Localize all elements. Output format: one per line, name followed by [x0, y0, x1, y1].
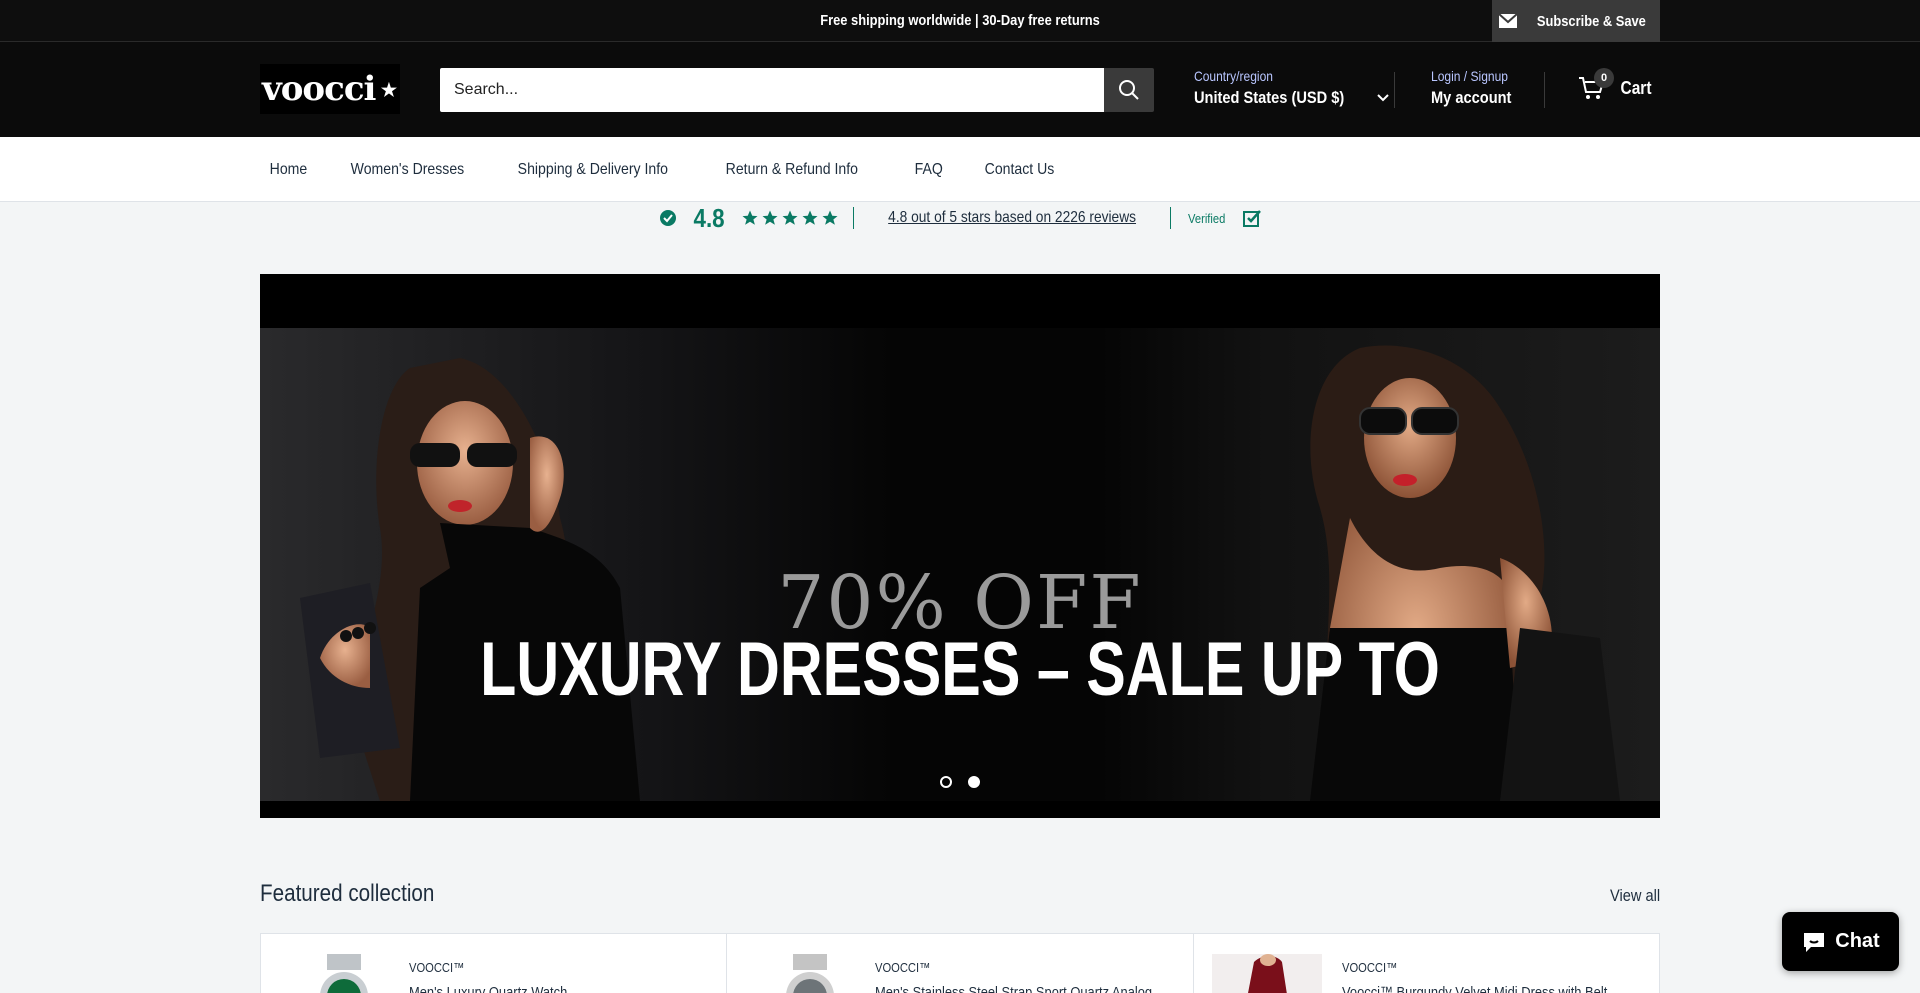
cart-label: Cart: [1620, 77, 1652, 98]
featured-collection-title: Featured collection: [260, 880, 435, 907]
product-watch-image: [320, 954, 368, 993]
nav-item-return-refund[interactable]: Return & Refund Info: [716, 161, 868, 179]
star-icon: [762, 210, 778, 225]
logo[interactable]: voocci ★: [260, 64, 400, 114]
subscribe-button[interactable]: Subscribe & Save: [1492, 0, 1660, 42]
country-label: Country/region: [1194, 68, 1273, 84]
subscribe-label: Subscribe & Save: [1536, 12, 1646, 30]
slider-dot-1[interactable]: [940, 776, 952, 788]
nav-item-contact-us[interactable]: Contact Us: [975, 161, 1064, 179]
check-circle-icon: [660, 210, 677, 226]
star-icon: ★: [380, 80, 397, 101]
product-name[interactable]: Men's Stainless Steel Strap Sport Quartz…: [875, 984, 1152, 993]
site-header: voocci ★ Country/region United States (U…: [0, 42, 1920, 137]
product-brand: VOOCCI™: [409, 960, 465, 975]
chat-label: Chat: [1835, 930, 1880, 952]
chat-bubble-icon: [1804, 932, 1825, 952]
hero-title: LUXURY DRESSES – SALE UP TO: [480, 627, 1440, 712]
slider-dot-2[interactable]: [968, 776, 980, 788]
reviews-divider: [1170, 207, 1172, 229]
product-card[interactable]: VOOCCI™ Voocci™ Burgundy Velvet Midi Dre…: [1194, 934, 1659, 993]
my-account-label: My account: [1431, 88, 1512, 107]
review-summary-link[interactable]: 4.8 out of 5 stars based on 2226 reviews: [888, 209, 1136, 227]
reviews-bar: 4.8 4.8 out of 5 stars based on 2226 rev…: [0, 202, 1920, 234]
reviews-divider: [853, 207, 855, 229]
search-bar: [440, 68, 1154, 112]
review-score: 4.8: [693, 202, 725, 233]
search-button[interactable]: [1104, 68, 1154, 112]
header-divider: [1394, 72, 1395, 108]
product-watch-image: [786, 954, 835, 993]
verified-check-icon: [1242, 210, 1261, 227]
chevron-down-icon: [1377, 94, 1389, 102]
cart-count-badge: 0: [1594, 68, 1614, 88]
product-brand: VOOCCI™: [875, 960, 931, 975]
product-name[interactable]: Men's Luxury Quartz Watch: [409, 984, 567, 993]
search-icon: [1119, 80, 1139, 100]
cart-button[interactable]: 0 Cart: [1578, 68, 1654, 102]
header-divider: [1544, 72, 1545, 108]
verified-label: Verified: [1188, 210, 1226, 226]
logo-text: voocci: [262, 69, 376, 109]
product-dress-image: [1211, 954, 1322, 993]
country-selector[interactable]: Country/region United States (USD $): [1194, 68, 1389, 108]
product-list: VOOCCI™ Men's Luxury Quartz Watch VOOCCI…: [260, 933, 1660, 993]
product-card[interactable]: VOOCCI™ Men's Stainless Steel Strap Spor…: [727, 934, 1194, 993]
nav-item-shipping-delivery[interactable]: Shipping & Delivery Info: [508, 161, 678, 179]
login-signup-label: Login / Signup: [1431, 68, 1508, 84]
product-card[interactable]: VOOCCI™ Men's Luxury Quartz Watch: [261, 934, 728, 993]
chat-button[interactable]: Chat: [1782, 912, 1899, 971]
star-icon: [802, 210, 818, 225]
main-nav: Home Women's Dresses Shipping & Delivery…: [0, 137, 1920, 202]
star-icon: [822, 210, 838, 225]
nav-item-faq[interactable]: FAQ: [905, 161, 953, 179]
envelope-icon: [1497, 13, 1518, 28]
slider-dots: [940, 776, 980, 788]
country-value: United States (USD $): [1194, 88, 1345, 107]
star-icon: [782, 210, 798, 225]
nav-item-womens-dresses[interactable]: Women's Dresses: [341, 161, 474, 179]
announcement-bar: Free shipping worldwide | 30-Day free re…: [0, 0, 1920, 42]
account-link[interactable]: Login / Signup My account: [1431, 68, 1525, 108]
product-brand: VOOCCI™: [1341, 960, 1397, 975]
product-name[interactable]: Voocci™ Burgundy Velvet Midi Dress with …: [1342, 984, 1607, 993]
view-all-link[interactable]: View all: [1610, 886, 1660, 906]
nav-item-home[interactable]: Home: [260, 161, 317, 179]
hero-banner[interactable]: 70% OFF LUXURY DRESSES – SALE UP TO: [260, 274, 1660, 818]
star-icon: [742, 210, 758, 225]
search-input[interactable]: [440, 68, 1104, 112]
rating-stars: [741, 209, 839, 227]
